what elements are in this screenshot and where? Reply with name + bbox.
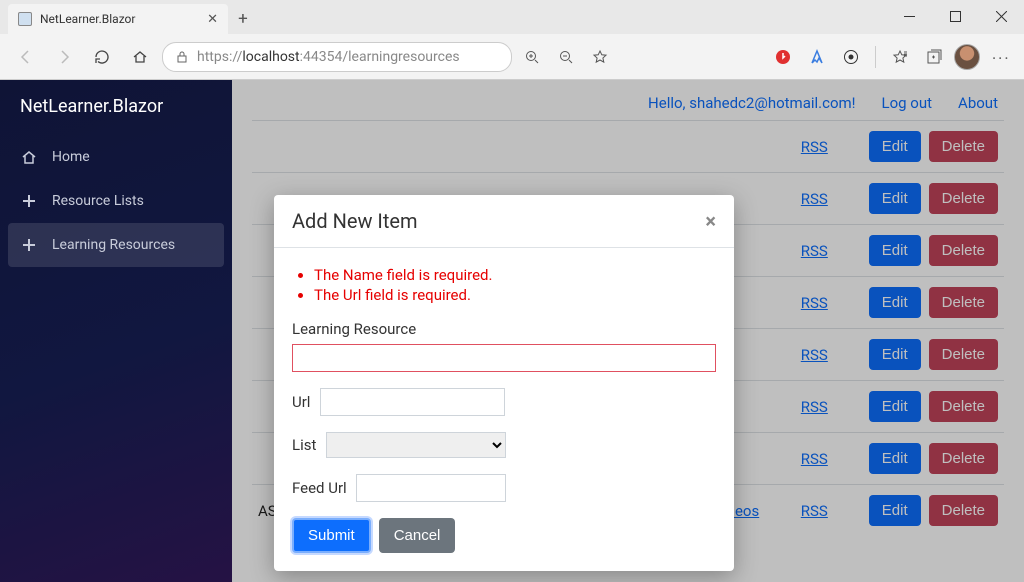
delete-button[interactable]: Delete — [929, 443, 998, 474]
edit-button[interactable]: Edit — [869, 183, 921, 214]
tab-favicon — [18, 12, 32, 26]
row-feed[interactable]: RSS — [801, 242, 861, 260]
brand-title: NetLearner.Blazor — [0, 80, 232, 135]
edit-button[interactable]: Edit — [869, 131, 921, 162]
edit-button[interactable]: Edit — [869, 391, 921, 422]
forward-button[interactable] — [48, 41, 80, 73]
edit-button[interactable]: Edit — [869, 443, 921, 474]
row-feed[interactable]: RSS — [801, 190, 861, 208]
top-nav: Hello, shahedc2@hotmail.com! Log out Abo… — [232, 80, 1024, 120]
window-titlebar: NetLearner.Blazor ✕ + — [0, 0, 1024, 34]
error-item: The Url field is required. — [314, 286, 716, 304]
url-label: Url — [292, 393, 310, 411]
favorites-icon[interactable] — [886, 43, 914, 71]
sidebar-item-label: Resource Lists — [52, 193, 144, 209]
zoom-in-icon[interactable] — [518, 43, 546, 71]
delete-button[interactable]: Delete — [929, 235, 998, 266]
url-text: https://localhost:44354/learningresource… — [197, 49, 460, 65]
row-feed[interactable]: RSS — [801, 138, 861, 156]
delete-button[interactable]: Delete — [929, 183, 998, 214]
sidebar-item-resource-lists[interactable]: Resource Lists — [0, 179, 232, 223]
row-feed[interactable]: RSS — [801, 450, 861, 468]
row-feed[interactable]: RSS — [801, 294, 861, 312]
close-icon[interactable]: × — [705, 209, 716, 233]
plus-icon — [20, 193, 38, 209]
sidebar-item-label: Learning Resources — [52, 237, 175, 253]
more-icon[interactable]: ··· — [986, 43, 1014, 71]
close-window-button[interactable] — [978, 0, 1024, 32]
row-feed[interactable]: RSS — [801, 502, 861, 520]
plus-icon — [20, 237, 38, 253]
extension-icon[interactable] — [769, 43, 797, 71]
row-feed[interactable]: RSS — [801, 398, 861, 416]
sidebar-item-home[interactable]: Home — [0, 135, 232, 179]
address-bar[interactable]: https://localhost:44354/learningresource… — [162, 42, 512, 72]
refresh-button[interactable] — [86, 41, 118, 73]
edit-button[interactable]: Edit — [869, 235, 921, 266]
feedurl-label: Feed Url — [292, 479, 347, 497]
browser-toolbar: https://localhost:44354/learningresource… — [0, 34, 1024, 80]
delete-button[interactable]: Delete — [929, 391, 998, 422]
window-controls — [886, 0, 1024, 32]
delete-button[interactable]: Delete — [929, 287, 998, 318]
feedurl-input[interactable] — [356, 474, 506, 502]
name-input[interactable] — [292, 344, 716, 372]
extension-icon[interactable] — [837, 43, 865, 71]
collections-icon[interactable] — [920, 43, 948, 71]
minimize-button[interactable] — [886, 0, 932, 32]
maximize-button[interactable] — [932, 0, 978, 32]
lock-icon — [175, 50, 189, 64]
zoom-out-icon[interactable] — [552, 43, 580, 71]
submit-button[interactable]: Submit — [292, 518, 371, 553]
edit-button[interactable]: Edit — [869, 287, 921, 318]
favorite-icon[interactable] — [586, 43, 614, 71]
list-label: List — [292, 436, 316, 454]
delete-button[interactable]: Delete — [929, 339, 998, 370]
name-label: Learning Resource — [292, 320, 710, 338]
separator — [875, 46, 876, 68]
about-link[interactable]: About — [958, 94, 998, 112]
greeting-link[interactable]: Hello, shahedc2@hotmail.com! — [648, 94, 855, 112]
tab-title: NetLearner.Blazor — [40, 12, 135, 26]
sidebar: NetLearner.Blazor Home Resource Lists Le… — [0, 80, 232, 582]
url-input[interactable] — [320, 388, 505, 416]
modal-title: Add New Item — [292, 209, 418, 233]
list-select[interactable] — [326, 432, 506, 458]
add-item-modal: Add New Item × The Name field is require… — [274, 195, 734, 571]
row-feed[interactable]: RSS — [801, 346, 861, 364]
modal-header: Add New Item × — [274, 195, 734, 248]
sidebar-item-learning-resources[interactable]: Learning Resources — [8, 223, 224, 267]
validation-errors: The Name field is required. The Url fiel… — [314, 266, 716, 304]
delete-button[interactable]: Delete — [929, 495, 998, 526]
new-tab-button[interactable]: + — [228, 4, 258, 34]
delete-button[interactable]: Delete — [929, 131, 998, 162]
browser-tab[interactable]: NetLearner.Blazor ✕ — [8, 4, 228, 34]
edit-button[interactable]: Edit — [869, 495, 921, 526]
home-button[interactable] — [124, 41, 156, 73]
back-button[interactable] — [10, 41, 42, 73]
table-row: RSS Edit Delete — [252, 120, 1004, 172]
cancel-button[interactable]: Cancel — [379, 518, 456, 553]
home-icon — [20, 149, 38, 165]
error-item: The Name field is required. — [314, 266, 716, 284]
edit-button[interactable]: Edit — [869, 339, 921, 370]
extension-icon[interactable] — [803, 43, 831, 71]
logout-link[interactable]: Log out — [882, 94, 933, 112]
profile-avatar[interactable] — [954, 44, 980, 70]
sidebar-item-label: Home — [52, 149, 90, 165]
close-icon[interactable]: ✕ — [207, 12, 218, 27]
